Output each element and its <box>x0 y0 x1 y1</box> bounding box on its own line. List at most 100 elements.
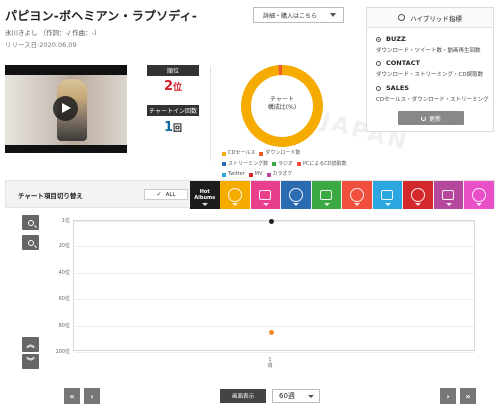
donut-center-line1: チャート <box>270 96 294 103</box>
chevron-down-icon <box>262 203 269 206</box>
chevron-down-icon <box>445 203 452 206</box>
x-tick: 1 週 <box>262 357 278 369</box>
rank-value: 2位 <box>147 79 199 94</box>
radio-contact-desc: ダウンロード・ストリーミング・CD読取数 <box>376 72 484 78</box>
legend-item: Twitter <box>222 170 245 179</box>
hybrid-title: ハイブリッド指標 <box>410 14 462 23</box>
first-page-button[interactable]: « <box>64 388 80 404</box>
radio-sales[interactable]: SALES <box>376 84 409 92</box>
rank-number: 2 <box>163 79 174 94</box>
next-page-button[interactable]: › <box>440 388 456 404</box>
extra-icon <box>471 188 486 202</box>
legend-label: CDセールス <box>228 150 256 156</box>
hybrid-index-panel: ハイブリッド指標 BUZZ ダウンロード・ツイート数・動画再生回数 CONTAC… <box>366 7 494 132</box>
category-streaming[interactable] <box>281 181 311 209</box>
youtube-icon <box>410 188 425 202</box>
legend-swatch <box>248 172 253 177</box>
category-radio[interactable] <box>311 181 341 209</box>
legend-label: ダウンロード数 <box>265 150 301 156</box>
hot-line2: Albums <box>194 195 216 201</box>
pc-cd-read-icon <box>349 188 364 202</box>
legend-swatch <box>296 162 301 166</box>
radio-selected-icon[interactable] <box>376 36 381 42</box>
zoom-in-button[interactable] <box>22 215 39 230</box>
data-point-series-1[interactable] <box>268 329 274 335</box>
prev-page-button[interactable]: ‹ <box>84 388 100 404</box>
chart-toggle-toolbar: チャート項目切り替え ✓ ALL Hot Albums <box>5 180 495 209</box>
legend-item: ストリーミング数 <box>222 160 268 169</box>
refresh-label: 更新 <box>428 115 441 123</box>
legend-label: ストリーミング数 <box>228 160 269 167</box>
song-title: パピヨン-ボヘミアン・ラプソディ- <box>5 9 198 23</box>
category-cd-sales[interactable] <box>220 181 250 209</box>
streaming-icon <box>288 188 303 202</box>
divider <box>210 66 211 161</box>
chartin-unit: 回 <box>173 124 183 134</box>
radio-contact[interactable]: CONTACT <box>376 59 420 67</box>
radio-buzz-desc: ダウンロード・ツイート数・動画再生回数 <box>376 48 481 54</box>
radio-sales-label: SALES <box>386 84 409 92</box>
display-label: 画面表示 <box>220 389 266 403</box>
chartin-number: 1 <box>163 120 174 135</box>
refresh-icon <box>420 115 426 121</box>
radio-contact-label: CONTACT <box>386 59 420 67</box>
radio-icon <box>320 190 333 200</box>
legend-swatch <box>222 172 226 177</box>
rank-history-plot <box>73 218 475 353</box>
legend-item: PCによるCD読取数 <box>296 160 347 169</box>
legend-label: ラジオ <box>278 160 293 167</box>
legend-label: PCによるCD読取数 <box>302 160 347 167</box>
gridline <box>74 325 474 327</box>
legend-swatch <box>222 151 226 156</box>
donut-legend: CDセールス ダウンロード数ストリーミング数 ラジオ PCによるCD読取数 Twitte… <box>222 149 352 181</box>
rank-label: 順位 <box>147 65 199 76</box>
display-period-select[interactable]: 60週 <box>272 389 320 403</box>
legend-item: MV <box>248 170 263 179</box>
last-page-button[interactable]: » <box>460 388 476 404</box>
legend-swatch <box>222 162 226 166</box>
gear-icon <box>398 14 406 21</box>
all-checkbox[interactable]: ✓ ALL <box>144 189 188 200</box>
donut-center-line2: 構成比(%) <box>267 104 297 111</box>
rank-unit: 位 <box>173 83 183 93</box>
chartin-label: チャートイン回数 <box>147 105 199 116</box>
chartin-value: 1回 <box>147 120 199 135</box>
y-tick-label: 80位 <box>58 322 70 329</box>
scroll-down-button[interactable]: ︾ <box>22 354 39 369</box>
chevron-down-icon <box>202 203 208 206</box>
category-youtube[interactable] <box>403 181 433 209</box>
play-icon[interactable] <box>53 96 78 121</box>
category-pc-cd-read[interactable] <box>342 181 372 209</box>
radio-sales-desc: CDセールス・ダウンロード・ストリーミング <box>376 97 489 103</box>
song-credit: 氷川きよし （作詞：-/ 作曲：-） <box>5 29 101 37</box>
chevron-down-icon <box>293 203 299 206</box>
gridline <box>74 246 474 248</box>
scroll-up-button[interactable]: ︽ <box>22 337 39 352</box>
category-download[interactable] <box>250 181 280 209</box>
karaoke-icon <box>442 190 455 200</box>
category-hot-albums[interactable]: Hot Albums <box>190 181 220 209</box>
y-tick-label: 60位 <box>58 296 70 303</box>
radio-icon[interactable] <box>376 60 381 66</box>
gridline <box>74 352 474 353</box>
radio-icon[interactable] <box>376 85 381 91</box>
data-point-series-0[interactable] <box>268 218 274 224</box>
legend-label: MV <box>254 171 263 177</box>
refresh-button[interactable]: 更新 <box>398 111 464 125</box>
chevron-down-icon <box>232 203 238 206</box>
y-tick-label: 20位 <box>58 243 70 250</box>
hybrid-header: ハイブリッド指標 <box>367 8 493 28</box>
chevron-down-icon <box>384 203 391 206</box>
music-video-thumbnail[interactable] <box>5 65 127 153</box>
radio-buzz[interactable]: BUZZ <box>376 35 406 43</box>
legend-item: カラオケ <box>266 170 293 179</box>
category-karaoke[interactable] <box>433 181 463 209</box>
category-twitter[interactable] <box>372 181 402 209</box>
detail-purchase-dropdown[interactable]: 詳細・購入はこちら <box>253 7 344 23</box>
toolbar-title: チャート項目切り替え <box>18 192 83 200</box>
gridline <box>74 272 474 274</box>
zoom-out-button[interactable] <box>22 235 39 250</box>
legend-label: カラオケ <box>272 171 293 177</box>
twitter-icon <box>381 190 394 200</box>
category-extra[interactable] <box>464 181 494 209</box>
